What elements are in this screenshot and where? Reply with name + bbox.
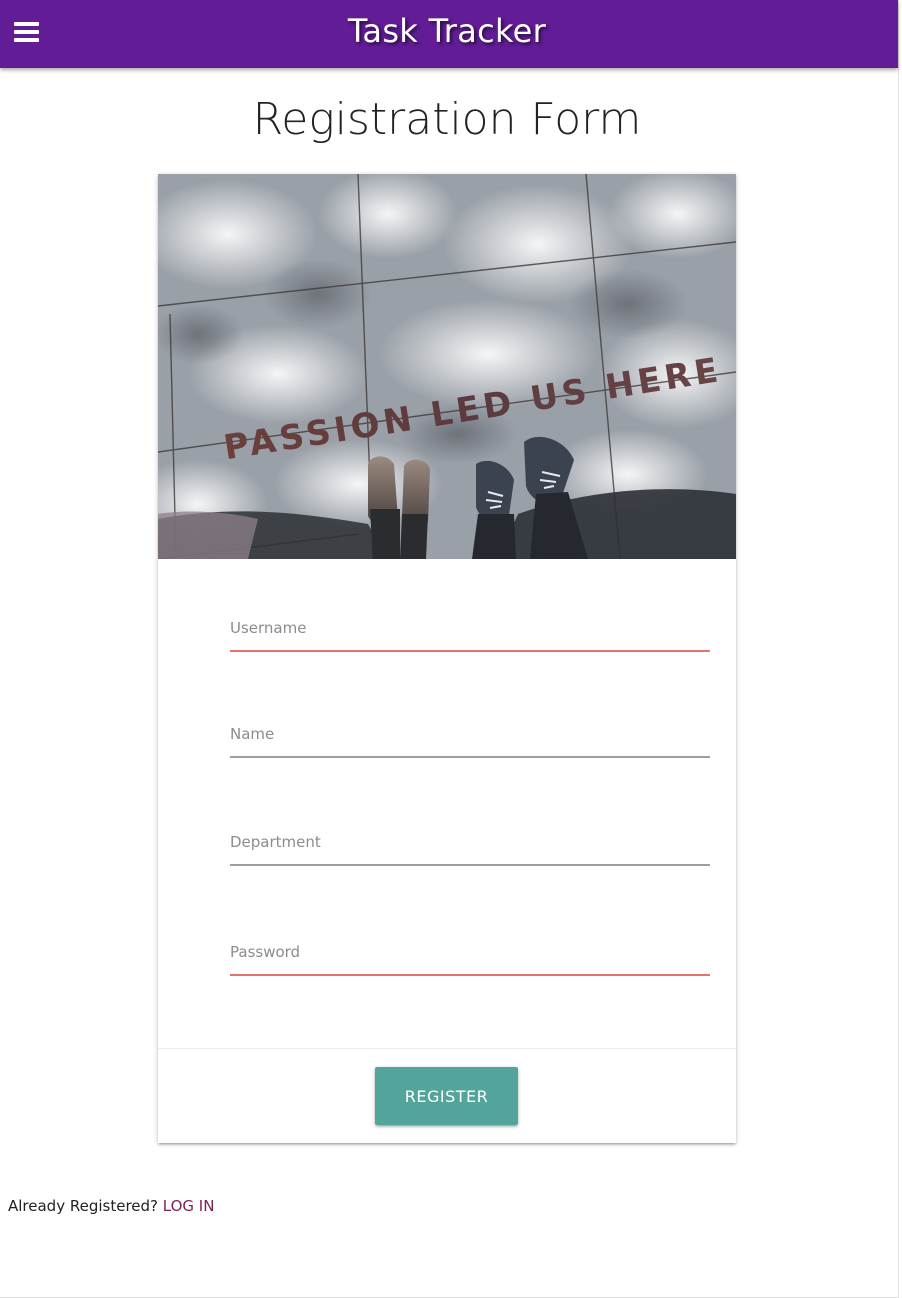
- department-underline: [230, 864, 710, 866]
- name-field[interactable]: [230, 714, 710, 758]
- login-prompt-text: Already Registered?: [8, 1197, 163, 1215]
- app-title: Task Tracker: [347, 12, 547, 50]
- card-action-area: REGISTER: [158, 1048, 736, 1144]
- page: Task Tracker Registration Form PASSION L…: [0, 0, 899, 1298]
- username-underline: [230, 650, 710, 652]
- name-input[interactable]: [230, 714, 710, 756]
- login-prompt: Already Registered? LOG IN: [8, 1197, 214, 1215]
- password-field[interactable]: [230, 932, 710, 976]
- card-header-image: PASSION LED US HERE: [158, 174, 736, 559]
- login-link[interactable]: LOG IN: [163, 1197, 215, 1215]
- username-field[interactable]: [230, 608, 710, 652]
- register-button[interactable]: REGISTER: [375, 1067, 518, 1125]
- department-field[interactable]: [230, 822, 710, 866]
- top-app-bar: Task Tracker: [0, 0, 898, 68]
- password-input[interactable]: [230, 932, 710, 974]
- department-input[interactable]: [230, 822, 710, 864]
- password-underline: [230, 974, 710, 976]
- registration-card: PASSION LED US HERE Username Name Depart…: [158, 174, 736, 1143]
- page-title: Registration Form: [252, 94, 642, 145]
- username-input[interactable]: [230, 608, 710, 650]
- name-underline: [230, 756, 710, 758]
